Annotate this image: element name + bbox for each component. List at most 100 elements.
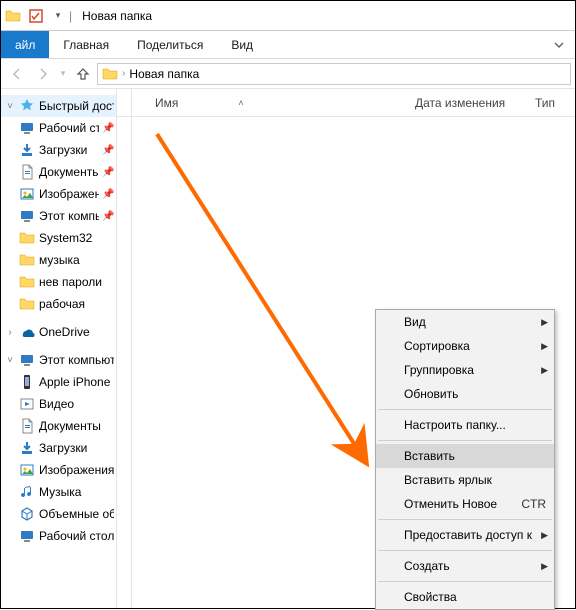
cm-label: Отменить Новое — [404, 497, 497, 511]
cm-undo[interactable]: Отменить Новое CTR — [376, 492, 554, 516]
sidebar-item-label: Этот компьютер — [39, 353, 114, 367]
documents-icon — [18, 417, 36, 435]
folder-icon — [18, 251, 36, 269]
sidebar-item-label: Быстрый доступ — [39, 99, 114, 113]
folder-icon — [5, 8, 21, 24]
file-list-area[interactable]: Имя ˄ Дата изменения Тип Вид Сортировка … — [117, 89, 575, 608]
tab-file[interactable]: айл — [1, 31, 49, 58]
column-date[interactable]: Дата изменения — [405, 96, 525, 110]
sidebar-item[interactable]: нев пароли — [1, 271, 116, 293]
videos-icon — [18, 395, 36, 413]
phone-icon — [18, 373, 36, 391]
sidebar-item[interactable]: Видео — [1, 393, 116, 415]
qat-dropdown-icon[interactable]: ▾ — [51, 5, 65, 27]
sidebar-item[interactable]: Apple iPhone — [1, 371, 116, 393]
sidebar-item[interactable]: Загрузки 📌 — [1, 139, 116, 161]
cm-sort[interactable]: Сортировка — [376, 334, 554, 358]
sidebar-item-label: Этот компь… — [39, 209, 99, 223]
navigation-pane: ˅ Быстрый доступ Рабочий сто… 📌 Загрузки… — [1, 89, 117, 608]
sidebar-item[interactable]: Этот компь… 📌 — [1, 205, 116, 227]
desktop-icon — [18, 527, 36, 545]
cm-properties[interactable]: Свойства — [376, 585, 554, 609]
thispc-icon — [18, 351, 36, 369]
sidebar-item[interactable]: Объемные объ… — [1, 503, 116, 525]
sidebar-item-label: Музыка — [39, 485, 114, 499]
cm-separator — [378, 440, 552, 441]
cm-customize[interactable]: Настроить папку... — [376, 413, 554, 437]
sidebar-item-label: Загрузки — [39, 441, 114, 455]
documents-icon — [18, 163, 36, 181]
sidebar-item[interactable]: музыка — [1, 249, 116, 271]
sidebar-item[interactable]: Рабочий сто… 📌 — [1, 117, 116, 139]
column-label: Имя — [155, 96, 178, 110]
column-type[interactable]: Тип — [525, 96, 575, 110]
sidebar-item-label: Изображени… — [39, 187, 99, 201]
window-title: Новая папка — [82, 9, 152, 23]
downloads-icon — [18, 439, 36, 457]
nav-up-button[interactable] — [71, 62, 95, 86]
nav-forward-button[interactable] — [31, 62, 55, 86]
address-path[interactable]: › Новая папка — [97, 63, 571, 85]
qat-properties-icon[interactable] — [25, 5, 47, 27]
star-icon — [18, 97, 36, 115]
music-icon — [18, 483, 36, 501]
pin-icon: 📌 — [102, 145, 114, 156]
sidebar-item[interactable]: Документы — [1, 415, 116, 437]
sidebar-item-label: Документы — [39, 165, 99, 179]
title-separator: | — [69, 9, 72, 23]
folder-icon — [18, 229, 36, 247]
sidebar-item-label: музыка — [39, 253, 114, 267]
sidebar-item[interactable]: System32 — [1, 227, 116, 249]
column-name[interactable]: Имя ˄ — [145, 96, 405, 110]
folder-icon — [102, 66, 118, 82]
nav-history-dropdown[interactable]: ▾ — [57, 62, 69, 86]
expand-icon[interactable]: ˅ — [5, 101, 15, 112]
cm-view[interactable]: Вид — [376, 310, 554, 334]
main-area: ˅ Быстрый доступ Рабочий сто… 📌 Загрузки… — [1, 89, 575, 608]
sidebar-item[interactable]: Рабочий стол — [1, 525, 116, 547]
tab-share[interactable]: Поделиться — [123, 31, 217, 58]
column-headers: Имя ˄ Дата изменения Тип — [117, 89, 575, 117]
folder-icon — [18, 273, 36, 291]
sidebar-item-label: Рабочий сто… — [39, 121, 99, 135]
sidebar-item[interactable]: Документы 📌 — [1, 161, 116, 183]
expand-icon[interactable]: › — [5, 327, 15, 338]
pin-icon: 📌 — [102, 167, 114, 178]
sidebar-item[interactable]: Изображения — [1, 459, 116, 481]
pin-icon: 📌 — [102, 123, 114, 134]
sidebar-item[interactable]: Изображени… 📌 — [1, 183, 116, 205]
cm-paste[interactable]: Вставить — [376, 444, 554, 468]
sidebar-this-pc[interactable]: ˅ Этот компьютер — [1, 349, 116, 371]
pin-icon: 📌 — [102, 211, 114, 222]
cm-give-access[interactable]: Предоставить доступ к — [376, 523, 554, 547]
desktop-icon — [18, 119, 36, 137]
sidebar-item[interactable]: Загрузки — [1, 437, 116, 459]
cm-refresh[interactable]: Обновить — [376, 382, 554, 406]
cm-group[interactable]: Группировка — [376, 358, 554, 382]
tab-view[interactable]: Вид — [217, 31, 267, 58]
nav-back-button[interactable] — [5, 62, 29, 86]
onedrive-icon — [18, 323, 36, 341]
sort-caret-icon: ˄ — [238, 98, 243, 108]
cm-new[interactable]: Создать — [376, 554, 554, 578]
cm-separator — [378, 519, 552, 520]
address-bar: ▾ › Новая папка — [1, 59, 575, 89]
cm-paste-shortcut[interactable]: Вставить ярлык — [376, 468, 554, 492]
sidebar-item[interactable]: Музыка — [1, 481, 116, 503]
thispc-icon — [18, 207, 36, 225]
ribbon-tabs: айл Главная Поделиться Вид — [1, 31, 575, 59]
expand-icon[interactable]: ˅ — [5, 355, 15, 366]
tab-home[interactable]: Главная — [49, 31, 123, 58]
pictures-icon — [18, 461, 36, 479]
ribbon-expand-icon[interactable] — [543, 31, 575, 58]
cm-shortcut: CTR — [521, 497, 546, 511]
sidebar-item[interactable]: рабочая — [1, 293, 116, 315]
pictures-icon — [18, 185, 36, 203]
sidebar-quick-access[interactable]: ˅ Быстрый доступ — [1, 95, 116, 117]
3d-icon — [18, 505, 36, 523]
breadcrumb[interactable]: Новая папка — [129, 67, 199, 81]
chevron-right-icon: › — [122, 68, 125, 79]
sidebar-onedrive[interactable]: › OneDrive — [1, 321, 116, 343]
downloads-icon — [18, 141, 36, 159]
sidebar-item-label: OneDrive — [39, 325, 114, 339]
